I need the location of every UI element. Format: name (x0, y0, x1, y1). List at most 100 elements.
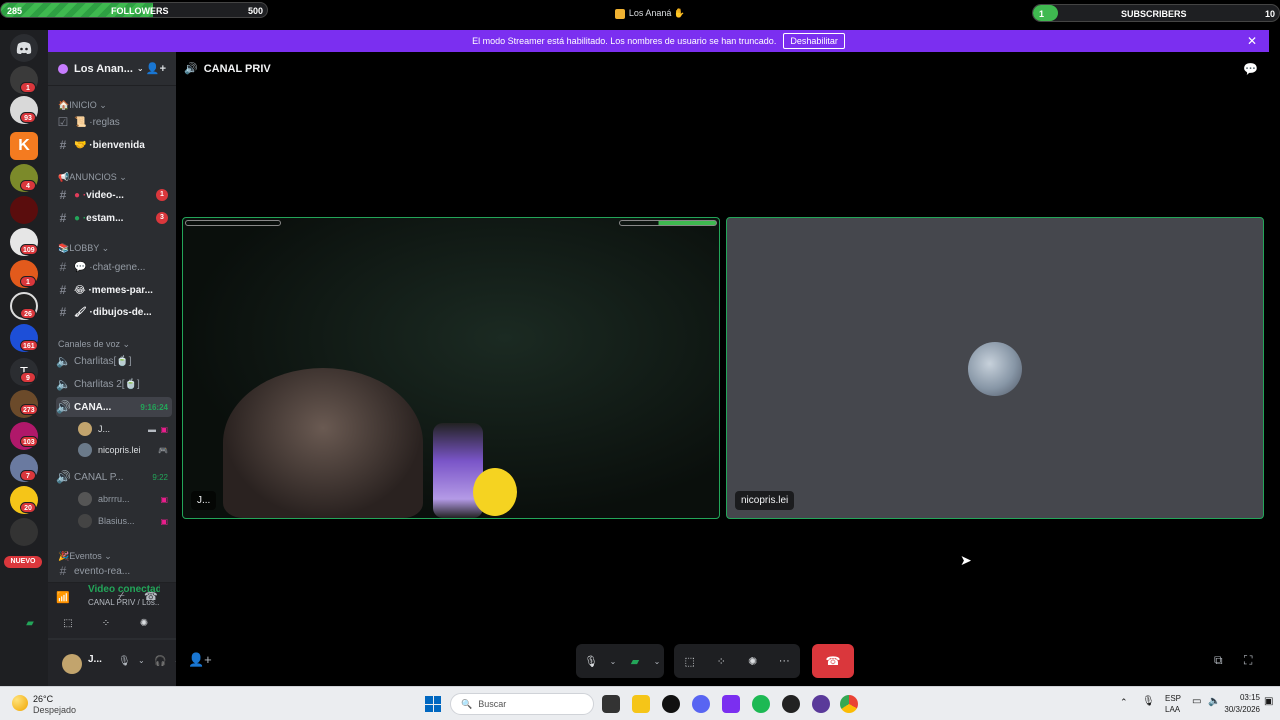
weather-temp[interactable]: 26°C (33, 694, 53, 704)
followers-label: FOLLOWERS (111, 6, 169, 16)
voice-user[interactable]: nicopris.lei 🎮 (78, 440, 170, 460)
video-tile[interactable]: J... (182, 217, 720, 519)
call-duration: 9:22 (152, 472, 168, 482)
channel-memes[interactable]: # 😂 · memes-par... (56, 280, 172, 300)
search-bar[interactable]: 🔍 Buscar (450, 693, 594, 715)
rubber-duck (473, 468, 517, 516)
hash-icon: # (59, 138, 67, 152)
hang-up-icon: ☎ (825, 654, 841, 668)
chevron-up-icon[interactable]: ⌃ (1120, 697, 1128, 708)
chevron-down-icon[interactable]: ⌄ (138, 656, 145, 665)
headphones-icon[interactable]: 🎧 (154, 656, 166, 667)
user-name[interactable]: J... (88, 654, 102, 665)
video-tile[interactable]: nicopris.lei (726, 217, 1264, 519)
notification-icon[interactable]: ▣ (1264, 696, 1273, 707)
subscribers-current: 1 (1039, 9, 1045, 19)
avatar (78, 492, 92, 506)
camera-options-button[interactable]: ⌄ (651, 647, 663, 675)
fullscreen-icon[interactable]: ⛶ (1244, 653, 1252, 668)
clock-date[interactable]: 30/3/2026 (1224, 705, 1260, 714)
clock-time[interactable]: 03:15 (1232, 693, 1260, 702)
live-icon: ▣ (160, 424, 168, 434)
streamer-mode-banner: El modo Streamer está habilitado. Los no… (48, 30, 1269, 52)
taskbar: 26°C Despejado 🔍 Buscar ⌃ 🎙 ESP LAA ▭ 🔈 0… (0, 686, 1280, 720)
category-voice[interactable]: Canales de voz ⌄ (58, 339, 130, 350)
disconnect-icon[interactable]: ☎ (144, 590, 158, 603)
channel-video[interactable]: # ● · video-... 1 (56, 185, 172, 205)
mic-options-button[interactable]: ⌄ (607, 647, 619, 675)
microphone-icon[interactable]: 🎙 (118, 656, 131, 667)
activities-button[interactable]: ⁘ (707, 647, 735, 675)
voice-user[interactable]: Blasius... ▣ (78, 511, 170, 531)
obs-icon[interactable] (782, 695, 800, 713)
channel-label: estam... (86, 212, 124, 224)
avatar[interactable] (62, 654, 82, 674)
language-top[interactable]: ESP (1165, 694, 1181, 703)
disable-streamer-button[interactable]: Deshabilitar (783, 33, 845, 49)
voice-user[interactable]: abrrru... ▣ (78, 489, 170, 509)
voice-channel-charlitas[interactable]: 🔈 Charlitas[🍵] (56, 351, 172, 371)
task-view-icon[interactable] (602, 695, 620, 713)
popout-icon[interactable]: ⧉ (1214, 653, 1223, 668)
channel-estam[interactable]: # ● · estam... 3 (56, 208, 172, 228)
invite-icon[interactable]: 👤+ (146, 62, 166, 75)
avatar (78, 443, 92, 457)
microphone-button[interactable]: 🎙 (577, 647, 605, 675)
screen-share-icon[interactable]: ⬚ (58, 618, 78, 632)
unread-badge: 93 (20, 112, 36, 123)
camera-button[interactable]: ▰ (621, 647, 649, 675)
video-icon[interactable]: ▰ (20, 618, 40, 632)
channel-chat-general[interactable]: # 💬 · chat-gene... (56, 257, 172, 277)
signal-icon[interactable]: 📶 (56, 591, 70, 604)
invite-icon[interactable]: 👤+ (188, 652, 212, 668)
channel-label: Charlitas[🍵] (74, 355, 132, 367)
activities-icon[interactable]: ⁘ (96, 618, 116, 632)
channel-bienvenida[interactable]: # 🤝 · bienvenida (56, 135, 172, 155)
server-icon[interactable] (10, 518, 38, 546)
more-icon: ··· (778, 655, 790, 667)
channel-label: CANA... (74, 401, 112, 413)
close-icon[interactable]: ✕ (1247, 34, 1257, 48)
chatgpt-icon[interactable] (662, 695, 680, 713)
window-title-text: Los Ananá (628, 8, 672, 18)
more-button[interactable]: ··· (770, 647, 798, 675)
brush-icon: 🖌 · (74, 306, 93, 318)
kick-server-icon[interactable]: K (10, 132, 38, 160)
weather-desc[interactable]: Despejado (33, 705, 76, 715)
category-lobby[interactable]: 📚LOBBY ⌄ (58, 243, 109, 254)
spotify-icon[interactable] (752, 695, 770, 713)
channel-evento[interactable]: # evento-rea... (56, 564, 172, 578)
category-label: Eventos (69, 551, 102, 561)
discord-home-button[interactable] (10, 34, 38, 62)
server-header[interactable]: Los Anan... ⌄ 👤+ (48, 52, 176, 86)
disconnect-button[interactable]: ☎ (812, 644, 854, 678)
windows-start-icon[interactable] (425, 696, 441, 712)
soundboard-button[interactable]: ✺ (739, 647, 767, 675)
app-icon[interactable] (812, 695, 830, 713)
rules-icon: ☑ (57, 115, 69, 129)
volume-icon[interactable]: 🔈 (1208, 696, 1220, 707)
unread-badge: 20 (20, 502, 36, 513)
voice-channel-charlitas-2[interactable]: 🔈 Charlitas 2[🍵] (56, 374, 172, 394)
voice-user[interactable]: J... ▬ ▣ (78, 419, 170, 439)
screen-share-button[interactable]: ⬚ (676, 647, 704, 675)
discord-icon[interactable] (692, 695, 710, 713)
soundboard-icon[interactable]: ✺ (134, 618, 154, 632)
microphone-icon[interactable]: 🎙 (1142, 696, 1155, 707)
voice-channel-canal-p[interactable]: 🔊 CANAL P... 9:22 (56, 467, 172, 487)
voice-channel-canal-priv[interactable]: 🔊 CANA... 9:16:24 (56, 397, 172, 417)
category-label: Canales de voz (58, 339, 121, 349)
category-anuncios[interactable]: 📢ANUNCIOS ⌄ (58, 172, 127, 183)
noise-suppression-icon[interactable]: ⌿ (118, 590, 125, 603)
file-explorer-icon[interactable] (632, 695, 650, 713)
server-icon[interactable] (10, 196, 38, 224)
channel-reglas[interactable]: ☑ 📜 · reglas (56, 112, 172, 132)
category-eventos[interactable]: 🎉Eventos ⌄ (58, 551, 112, 562)
category-inicio[interactable]: 🏠INICIO ⌄ (58, 100, 107, 111)
channel-dibujos[interactable]: # 🖌 · dibujos-de... (56, 302, 172, 322)
language-bottom[interactable]: LAA (1165, 705, 1180, 714)
network-icon[interactable]: ▭ (1192, 696, 1201, 707)
chrome-icon[interactable] (840, 695, 858, 713)
app-icon[interactable] (722, 695, 740, 713)
chat-icon[interactable]: 💬 (1243, 62, 1258, 76)
